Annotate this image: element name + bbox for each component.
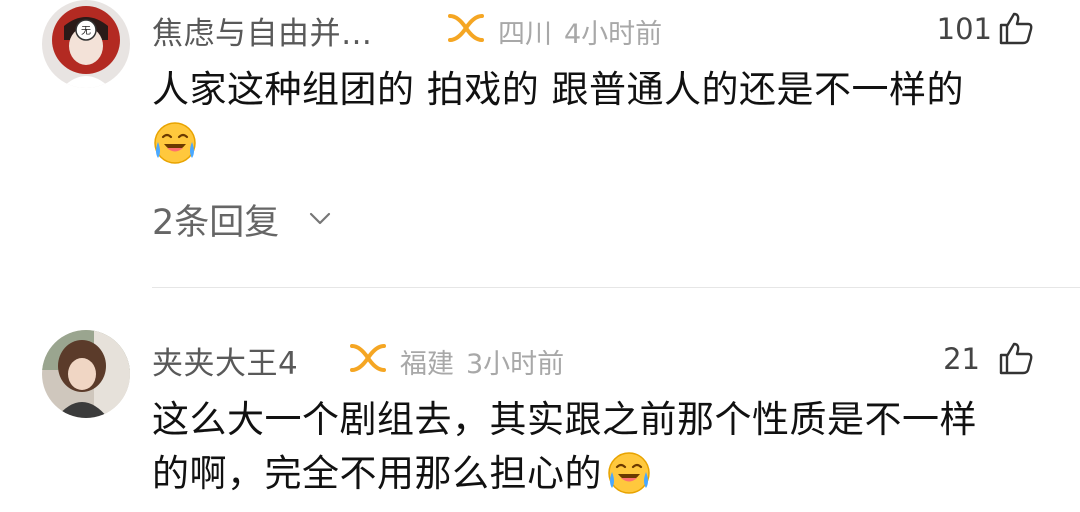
svg-text:无: 无 [81, 26, 91, 37]
comment-text: 人家这种组团的 拍戏的 跟普通人的还是不一样的 [152, 68, 965, 111]
comment-text-line-2: 的啊，完全不用那么担心的 [152, 452, 602, 495]
username[interactable]: 焦虑与自由并… [152, 8, 373, 53]
replies-label: 2条回复 [152, 203, 280, 243]
chevron-down-icon[interactable] [309, 212, 331, 226]
divider [152, 287, 1080, 288]
location-label: 福建 [400, 349, 454, 380]
comment-meta: 福建 3小时前 [400, 342, 564, 381]
avatar[interactable]: 无 [42, 0, 130, 88]
vip-badge-icon [350, 344, 386, 372]
vip-badge-icon [448, 14, 484, 42]
comment-text-line-1: 这么大一个剧组去，其实跟之前那个性质是不一样 [152, 398, 977, 441]
like-count: 101 [936, 12, 992, 46]
avatar-image [42, 330, 130, 418]
username[interactable]: 夹夹大王4 [152, 338, 298, 383]
timestamp: 4小时前 [564, 19, 663, 50]
view-replies-button[interactable]: 2条回复 [152, 194, 279, 245]
laugh-cry-emoji [608, 452, 650, 494]
avatar-image: 无 [42, 0, 130, 88]
timestamp: 3小时前 [466, 349, 565, 380]
like-count: 21 [943, 342, 980, 376]
thumbs-up-icon[interactable] [998, 10, 1034, 46]
comment-meta: 四川 4小时前 [498, 12, 662, 51]
location-label: 四川 [498, 19, 552, 50]
laugh-cry-emoji [154, 122, 196, 164]
avatar[interactable] [42, 330, 130, 418]
thumbs-up-icon[interactable] [998, 340, 1034, 376]
